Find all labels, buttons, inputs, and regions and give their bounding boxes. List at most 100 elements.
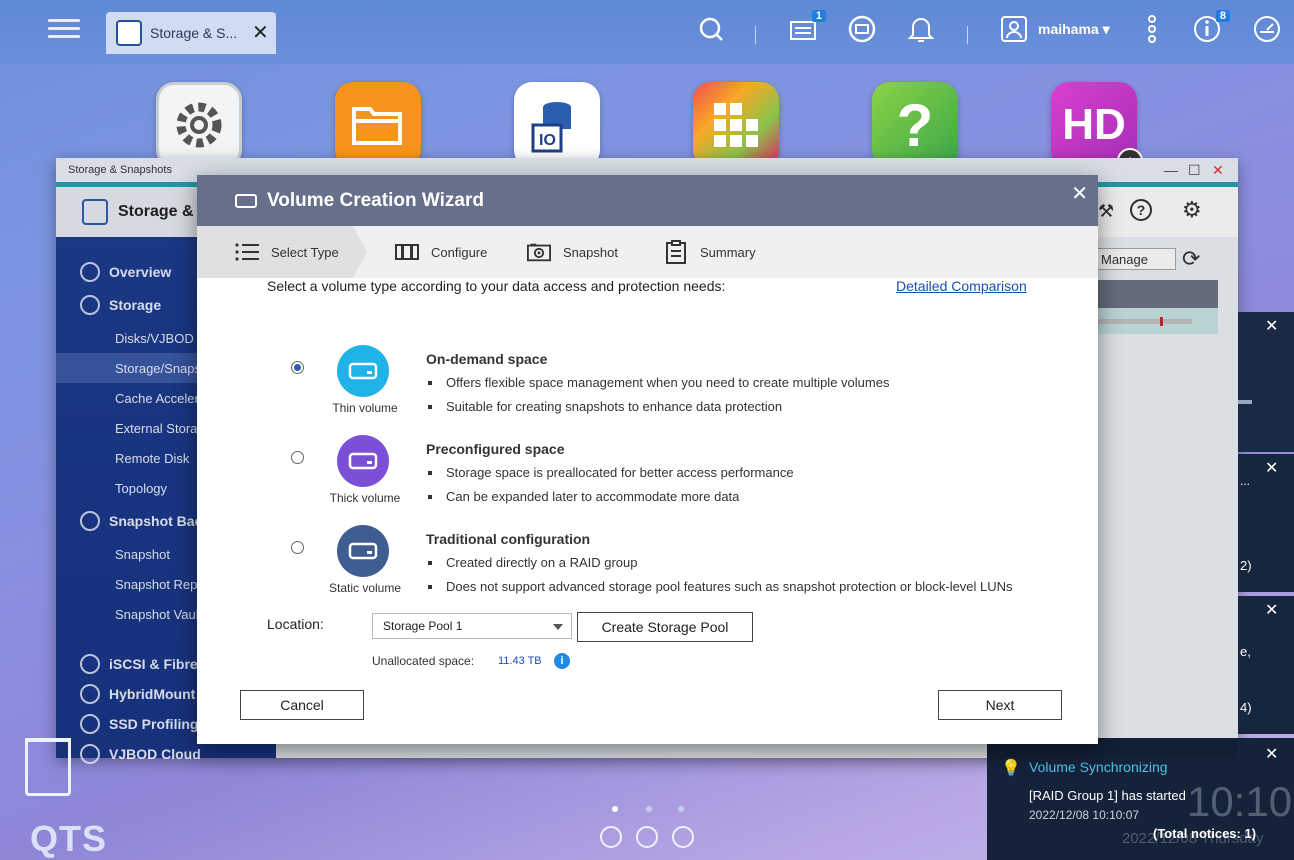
option-bullet: Storage space is preallocated for better… <box>428 465 794 480</box>
option-title: Preconfigured space <box>426 441 565 457</box>
info-center-icon[interactable]: 8 <box>1192 10 1230 44</box>
next-button[interactable]: Next <box>938 690 1062 720</box>
file-station-app-icon[interactable] <box>335 82 421 168</box>
user-icon[interactable] <box>999 14 1029 44</box>
lightbulb-icon: 💡 <box>1001 760 1021 777</box>
sync-icon[interactable] <box>847 14 877 44</box>
app-center-icon[interactable] <box>693 82 779 168</box>
app-tab-storage[interactable]: Storage & S... ✕ <box>106 12 276 54</box>
volume-type-option[interactable]: Static volume Traditional configuration Cr… <box>267 515 1067 605</box>
volume-type-icon <box>337 345 389 397</box>
close-icon[interactable]: ✕ <box>1265 600 1278 620</box>
option-bullet: Created directly on a RAID group <box>427 555 638 570</box>
notification-timestamp: 2022/12/08 10:10:07 <box>1029 808 1140 822</box>
chevron-down-icon <box>553 624 563 630</box>
radio-button[interactable] <box>291 361 304 374</box>
volume-creation-wizard: Volume Creation Wizard ✕ Select Type Con… <box>197 175 1098 744</box>
app-tab-label: Storage & S... <box>150 25 238 41</box>
dialog-titlebar: Volume Creation Wizard ✕ <box>197 175 1098 226</box>
hd-station-app-icon[interactable]: HD ⤓ <box>1051 82 1143 174</box>
step-label: Summary <box>700 244 756 260</box>
unallocated-label: Unallocated space: <box>372 654 475 668</box>
notification-card[interactable]: ✕ e, 4) <box>1238 596 1294 734</box>
bullet-text: Can be expanded later to accommodate mor… <box>446 489 740 504</box>
notification-card[interactable]: ✕ <box>1238 312 1294 452</box>
bell-icon[interactable] <box>906 14 936 44</box>
radio-button[interactable] <box>291 541 304 554</box>
control-panel-app-icon[interactable] <box>156 82 242 168</box>
notes-icon[interactable]: 1 <box>788 10 826 44</box>
dialog-title: Volume Creation Wizard <box>267 189 484 211</box>
option-bullet: Does not support advanced storage pool f… <box>428 579 1013 594</box>
dock-app-icon[interactable] <box>636 826 658 848</box>
page-dot[interactable] <box>678 806 684 812</box>
unallocated-value: 11.43 TB <box>498 655 542 667</box>
bullet-text: Does not support advanced storage pool f… <box>446 579 1013 594</box>
option-title: On-demand space <box>426 351 548 367</box>
maximize-icon[interactable]: ☐ <box>1188 162 1201 179</box>
list-icon <box>235 241 259 263</box>
cancel-button[interactable]: Cancel <box>240 690 364 720</box>
trash-icon[interactable] <box>25 738 71 796</box>
dock-app-icon[interactable] <box>600 826 622 848</box>
option-bullet: Offers flexible space management when yo… <box>427 375 890 390</box>
divider <box>967 26 968 44</box>
close-window-icon[interactable]: ✕ <box>1212 162 1224 179</box>
info-badge: 8 <box>1215 10 1230 22</box>
option-bullet: Can be expanded later to accommodate mor… <box>427 489 740 504</box>
notes-badge: 1 <box>811 10 826 22</box>
step-summary: Summary <box>664 226 756 278</box>
bullet-text: Created directly on a RAID group <box>446 555 638 570</box>
hd-logo-icon: HD <box>1062 100 1126 149</box>
radio-button[interactable] <box>291 451 304 464</box>
location-label: Location: <box>267 616 324 632</box>
divider <box>755 26 756 44</box>
storage-snapshots-app-icon[interactable]: IO <box>514 82 600 168</box>
svg-text:IO: IO <box>539 132 556 149</box>
info-icon[interactable]: i <box>554 653 570 669</box>
bullet-text: Offers flexible space management when yo… <box>446 375 890 390</box>
volume-type-icon <box>337 525 389 577</box>
notification-fragment: e, <box>1240 644 1251 659</box>
wizard-steps: Select Type Configure Snapshot Summary <box>197 226 1098 278</box>
close-icon[interactable]: ✕ <box>252 23 269 43</box>
user-name-menu[interactable]: maihama ▾ <box>1038 21 1110 38</box>
notification-message: [RAID Group 1] has started <box>1029 788 1186 803</box>
configure-icon <box>395 241 419 263</box>
notification-card[interactable]: ✕ ... 2) <box>1238 454 1294 592</box>
option-bullet: Suitable for creating snapshots to enhan… <box>427 399 782 414</box>
storage-app-icon <box>116 20 142 46</box>
notification-progress <box>1238 400 1252 404</box>
more-options-icon[interactable] <box>1137 14 1167 44</box>
step-select-type: Select Type <box>197 226 367 278</box>
create-storage-pool-button[interactable]: Create Storage Pool <box>577 612 753 642</box>
window-title: Storage & Snapshots <box>68 164 172 176</box>
minimize-icon[interactable]: — <box>1164 162 1178 178</box>
volume-type-label: Static volume <box>328 581 402 595</box>
location-select[interactable]: Storage Pool 1 <box>372 613 572 639</box>
option-title: Traditional configuration <box>426 531 591 547</box>
close-icon[interactable]: ✕ <box>1265 458 1278 478</box>
bullet-text: Storage space is preallocated for better… <box>446 465 794 480</box>
page-dot[interactable] <box>612 806 618 812</box>
notification-fragment: 2) <box>1240 558 1252 573</box>
help-center-app-icon[interactable]: ? <box>872 82 958 168</box>
search-icon[interactable] <box>696 14 726 44</box>
close-icon[interactable]: ✕ <box>1071 181 1088 206</box>
notification-fragment: ... <box>1240 474 1251 488</box>
volume-type-label: Thin volume <box>332 401 398 415</box>
detailed-comparison-link[interactable]: Detailed Comparison <box>896 278 1027 294</box>
notification-title: Volume Synchronizing <box>1029 759 1168 775</box>
volume-type-label: Thick volume <box>329 491 401 505</box>
dock-app-icon[interactable] <box>672 826 694 848</box>
main-menu-icon[interactable] <box>48 14 80 46</box>
next-label: Next <box>985 697 1015 713</box>
step-configure: Configure <box>395 226 487 278</box>
volume-type-option[interactable]: Thin volume On-demand space Offers flexibl… <box>267 335 1067 425</box>
resource-monitor-icon[interactable] <box>1252 14 1282 44</box>
volume-type-option[interactable]: Thick volume Preconfigured space Storage s… <box>267 425 1067 515</box>
close-icon[interactable]: ✕ <box>1265 316 1278 336</box>
step-label: Configure <box>431 244 488 260</box>
close-icon[interactable]: ✕ <box>1265 744 1278 764</box>
page-dot[interactable] <box>646 806 652 812</box>
